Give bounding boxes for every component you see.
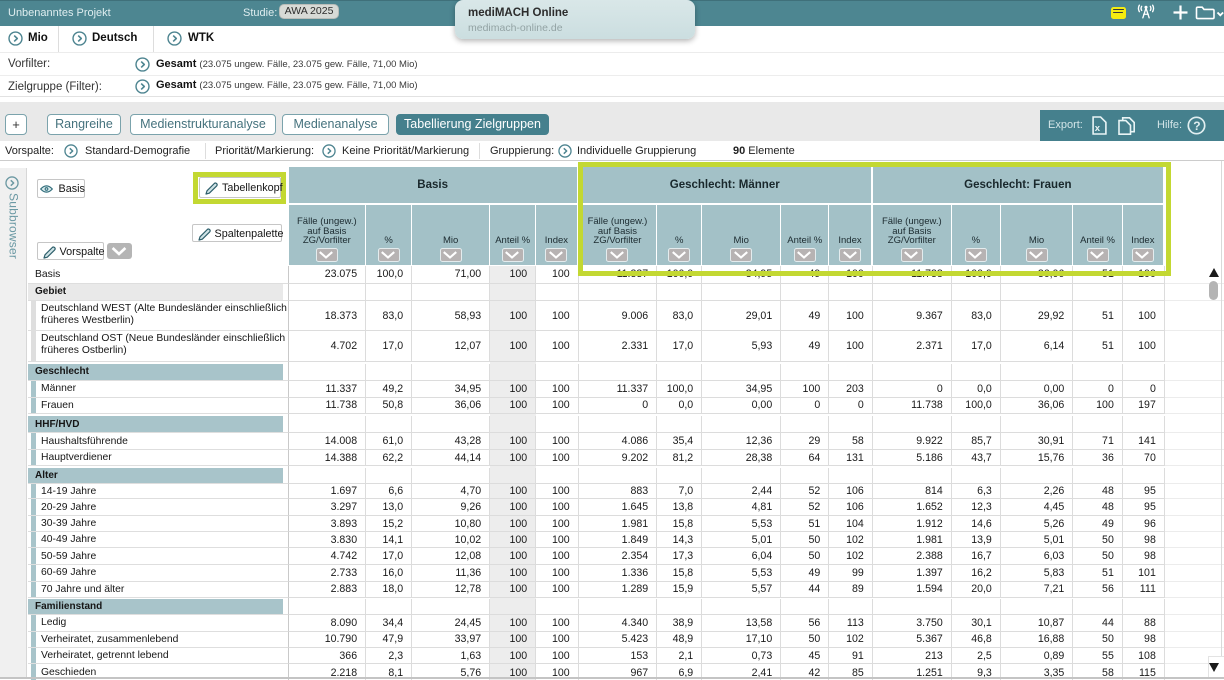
svg-text:?: ? [1193, 119, 1200, 133]
svg-text:x: x [1095, 123, 1101, 134]
